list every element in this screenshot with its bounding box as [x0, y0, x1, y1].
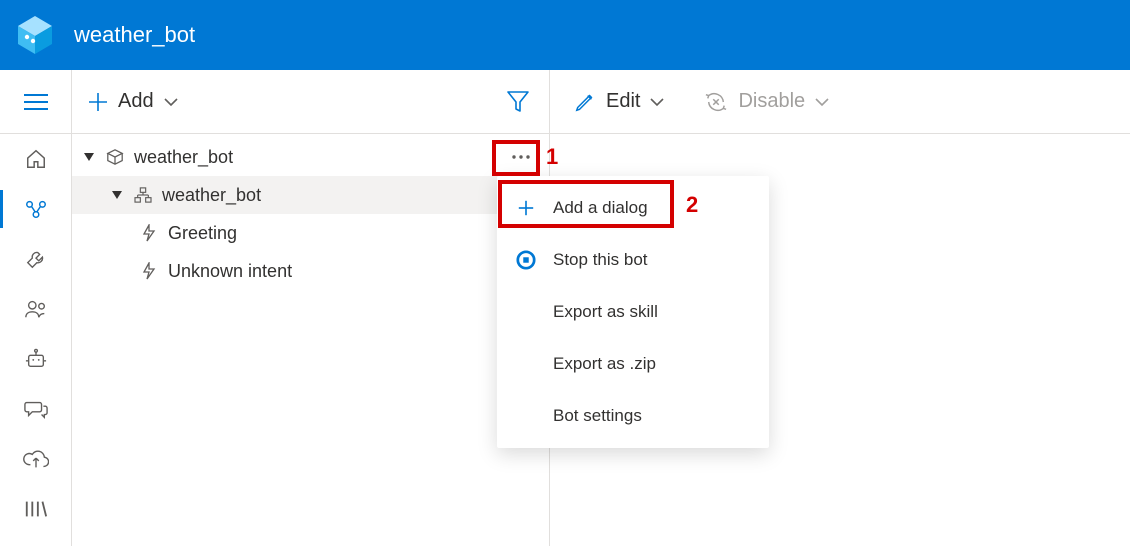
tree-row-unknown-intent[interactable]: Unknown intent: [72, 252, 549, 290]
left-panel: Add weather_bot: [72, 70, 550, 546]
caret-down-icon: [80, 152, 98, 162]
overflow-button[interactable]: [503, 150, 539, 164]
menu-item-bot-settings[interactable]: Bot settings: [497, 390, 769, 442]
menu-item-stop-bot[interactable]: Stop this bot: [497, 234, 769, 286]
chevron-down-icon: [815, 97, 829, 107]
right-panel-toolbar: Edit Disable: [550, 70, 1130, 134]
left-panel-toolbar: Add: [72, 70, 549, 134]
cloud-upload-icon: [23, 448, 49, 470]
context-menu: Add a dialog Stop this bot Export as ski…: [497, 176, 769, 448]
funnel-icon: [507, 90, 529, 114]
siderail-item-library[interactable]: [0, 484, 71, 534]
siderail-item-publish[interactable]: [0, 434, 71, 484]
tree-label: weather_bot: [162, 185, 539, 206]
filter-button[interactable]: [495, 84, 541, 120]
tree-row-greeting[interactable]: Greeting: [72, 214, 549, 252]
siderail-item-people[interactable]: [0, 284, 71, 334]
app-logo-icon: [14, 14, 56, 56]
chevron-down-icon: [650, 97, 664, 107]
disable-button: Disable: [704, 90, 829, 113]
trigger-icon: [138, 224, 160, 242]
pencil-icon: [574, 91, 596, 113]
tree-label: Greeting: [168, 223, 539, 244]
home-icon: [25, 148, 47, 170]
trigger-icon: [138, 262, 160, 280]
plus-icon: [515, 199, 537, 217]
tree-row-bot[interactable]: weather_bot: [72, 176, 549, 214]
plus-icon: [88, 92, 108, 112]
menu-label: Bot settings: [553, 406, 642, 426]
hamburger-icon: [24, 93, 48, 111]
menu-label: Export as skill: [553, 302, 658, 322]
tree-label: Unknown intent: [168, 261, 539, 282]
siderail-hamburger[interactable]: [0, 70, 71, 134]
stop-icon: [515, 250, 537, 270]
menu-label: Add a dialog: [553, 198, 648, 218]
caret-down-icon: [108, 190, 126, 200]
wrench-icon: [25, 248, 47, 270]
refresh-x-icon: [704, 91, 728, 113]
cube-icon: [104, 148, 126, 166]
menu-item-export-zip[interactable]: Export as .zip: [497, 338, 769, 390]
more-icon: [511, 154, 531, 160]
nav-tree: weather_bot weather_bot Greeting: [72, 134, 549, 546]
edit-button[interactable]: Edit: [574, 90, 664, 113]
library-icon: [24, 499, 48, 519]
chat-icon: [24, 398, 48, 420]
siderail-item-chat[interactable]: [0, 384, 71, 434]
edit-label: Edit: [606, 90, 640, 113]
siderail-item-wrench[interactable]: [0, 234, 71, 284]
menu-item-add-dialog[interactable]: Add a dialog: [497, 182, 769, 234]
menu-label: Stop this bot: [553, 250, 648, 270]
siderail-item-bot[interactable]: [0, 334, 71, 384]
sitemap-icon: [132, 187, 154, 203]
siderail-item-home[interactable]: [0, 134, 71, 184]
siderail-item-design[interactable]: [0, 184, 71, 234]
bot-icon: [24, 348, 48, 370]
menu-label: Export as .zip: [553, 354, 656, 374]
disable-label: Disable: [738, 90, 805, 113]
tree-row-project[interactable]: weather_bot: [72, 138, 549, 176]
add-label: Add: [118, 90, 154, 113]
tree-label: weather_bot: [134, 147, 503, 168]
siderail: [0, 70, 72, 546]
menu-item-export-skill[interactable]: Export as skill: [497, 286, 769, 338]
people-icon: [24, 298, 48, 320]
app-header: weather_bot: [0, 0, 1130, 70]
app-title: weather_bot: [74, 22, 195, 48]
chevron-down-icon: [164, 97, 178, 107]
add-button[interactable]: Add: [80, 82, 186, 121]
graph-icon: [24, 198, 48, 220]
